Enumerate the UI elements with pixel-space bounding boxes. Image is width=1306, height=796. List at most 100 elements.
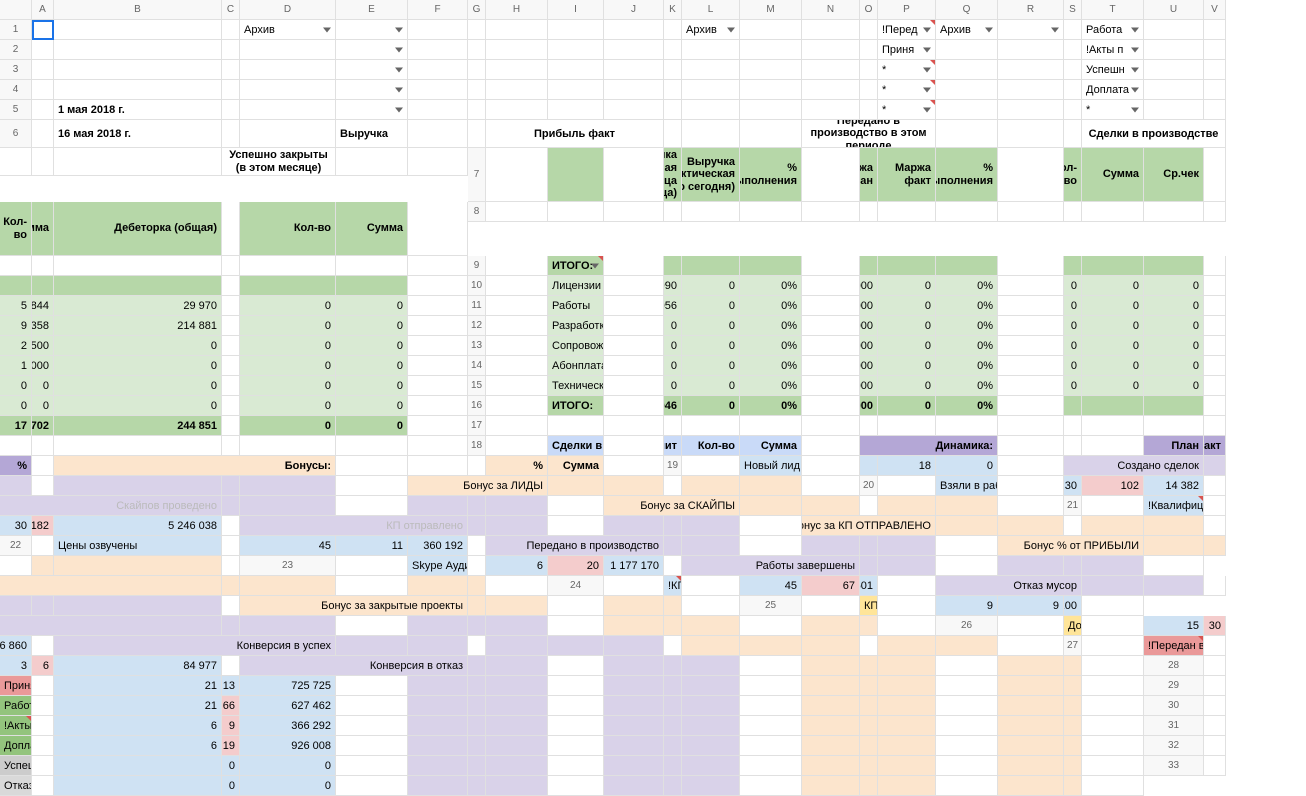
- cell-D17[interactable]: [664, 416, 682, 436]
- col-header-G[interactable]: G: [468, 0, 486, 20]
- cell-H32[interactable]: [408, 756, 468, 776]
- row-header-31[interactable]: 31: [1144, 716, 1204, 736]
- cell-F5[interactable]: [408, 100, 468, 120]
- cell-C11[interactable]: [604, 296, 664, 316]
- cell-N33[interactable]: [682, 776, 740, 796]
- cell-I10[interactable]: 0: [878, 276, 936, 296]
- cell-C10[interactable]: [604, 276, 664, 296]
- cell-K11[interactable]: [998, 296, 1064, 316]
- cell-D4[interactable]: [240, 80, 336, 100]
- cell-L16[interactable]: [1064, 396, 1082, 416]
- cell-F30[interactable]: 366 292: [240, 716, 336, 736]
- cell-V20[interactable]: [998, 496, 1064, 516]
- cell-S21[interactable]: [1064, 516, 1082, 536]
- row-header-29[interactable]: 29: [1144, 676, 1204, 696]
- cell-M23[interactable]: [1064, 556, 1082, 576]
- cell-J4[interactable]: [604, 80, 664, 100]
- cell-C18[interactable]: [604, 436, 664, 456]
- cell-U13[interactable]: 0: [336, 356, 408, 376]
- cell-M11[interactable]: 0: [1082, 296, 1144, 316]
- cell-N1[interactable]: [802, 20, 860, 40]
- cell-G27[interactable]: [222, 656, 240, 676]
- cell-E33[interactable]: 0: [222, 776, 240, 796]
- cell-L25[interactable]: [408, 616, 468, 636]
- row-header-16[interactable]: 16: [468, 396, 486, 416]
- cell-G33[interactable]: [336, 776, 408, 796]
- cell-F29[interactable]: 627 462: [240, 696, 336, 716]
- cell-H14[interactable]: 15 000: [860, 356, 878, 376]
- cell-P13[interactable]: 1: [0, 356, 32, 376]
- filter-icon[interactable]: [923, 87, 931, 92]
- cell-A19[interactable]: [682, 456, 740, 476]
- cell-L4[interactable]: [682, 80, 740, 100]
- cell-A4[interactable]: [32, 80, 54, 100]
- cell-F6[interactable]: [408, 120, 468, 148]
- cell-I15[interactable]: 0: [878, 376, 936, 396]
- cell-B29[interactable]: Работа выполнена: [0, 696, 32, 716]
- cell-O26[interactable]: [664, 636, 682, 656]
- cell-R15[interactable]: 0: [54, 396, 222, 416]
- cell-U6[interactable]: [336, 148, 408, 176]
- cell-E23[interactable]: 20: [548, 556, 604, 576]
- cell-F13[interactable]: 0%: [740, 336, 802, 356]
- cell-I30[interactable]: [468, 716, 486, 736]
- cell-T24[interactable]: [604, 596, 664, 616]
- cell-A29[interactable]: [1204, 676, 1226, 696]
- cell-D27[interactable]: 3: [0, 656, 32, 676]
- cell-P11[interactable]: 9: [0, 316, 32, 336]
- cell-I31[interactable]: [468, 736, 486, 756]
- cell-O22[interactable]: [936, 536, 998, 556]
- cell-H19[interactable]: Создано сделок: [1064, 456, 1204, 476]
- row-header-7[interactable]: 7: [468, 148, 486, 202]
- row-header-33[interactable]: 33: [1144, 756, 1204, 776]
- cell-K5[interactable]: [664, 100, 682, 120]
- cell-O23[interactable]: [1144, 556, 1204, 576]
- cell-H13[interactable]: 15 000: [860, 336, 878, 356]
- col-header-Q[interactable]: Q: [936, 0, 998, 20]
- cell-P12[interactable]: 2: [0, 336, 32, 356]
- cell-N14[interactable]: 0: [1144, 356, 1204, 376]
- cell-Q6[interactable]: [0, 148, 32, 176]
- row-header-11[interactable]: 11: [468, 296, 486, 316]
- cell-L19[interactable]: [54, 476, 222, 496]
- cell-V3[interactable]: [1204, 60, 1226, 80]
- cell-G28[interactable]: [336, 676, 408, 696]
- cell-U19[interactable]: [740, 476, 802, 496]
- cell-J13[interactable]: 0%: [936, 336, 998, 356]
- cell-F4[interactable]: [408, 80, 468, 100]
- cell-K14[interactable]: [998, 356, 1064, 376]
- col-header-B[interactable]: B: [54, 0, 222, 20]
- cell-A6[interactable]: [32, 120, 54, 148]
- cell-A32[interactable]: [1204, 736, 1226, 756]
- cell-B33[interactable]: Отказ/Мусор: [0, 776, 32, 796]
- cell-M7[interactable]: Сумма: [1082, 148, 1144, 202]
- cell-T19[interactable]: [682, 476, 740, 496]
- cell-L13[interactable]: 0: [1064, 336, 1082, 356]
- cell-J5[interactable]: [604, 100, 664, 120]
- cell-N29[interactable]: [682, 696, 740, 716]
- cell-G16[interactable]: [802, 396, 860, 416]
- cell-Q24[interactable]: [468, 596, 486, 616]
- cell-Q18[interactable]: [336, 456, 408, 476]
- cell-J24[interactable]: [1144, 576, 1204, 596]
- cell-T18[interactable]: %: [486, 456, 548, 476]
- cell-G14[interactable]: [802, 356, 860, 376]
- cell-K21[interactable]: [548, 516, 604, 536]
- cell-J14[interactable]: 0%: [936, 356, 998, 376]
- cell-V27[interactable]: [1082, 656, 1144, 676]
- col-header-H[interactable]: H: [486, 0, 548, 20]
- cell-L30[interactable]: [604, 716, 664, 736]
- cell-I14[interactable]: 0: [878, 356, 936, 376]
- cell-I29[interactable]: [468, 696, 486, 716]
- cell-C25[interactable]: [878, 596, 936, 616]
- cell-C3[interactable]: [222, 60, 240, 80]
- cell-M29[interactable]: [664, 696, 682, 716]
- cell-Q19[interactable]: [548, 476, 604, 496]
- filter-icon[interactable]: [591, 263, 599, 268]
- row-header-22[interactable]: 22: [0, 536, 32, 556]
- cell-A3[interactable]: [32, 60, 54, 80]
- cell-D6[interactable]: [240, 120, 336, 148]
- cell-E20[interactable]: 102: [1082, 476, 1144, 496]
- cell-E2[interactable]: [336, 40, 408, 60]
- cell-K2[interactable]: [664, 40, 682, 60]
